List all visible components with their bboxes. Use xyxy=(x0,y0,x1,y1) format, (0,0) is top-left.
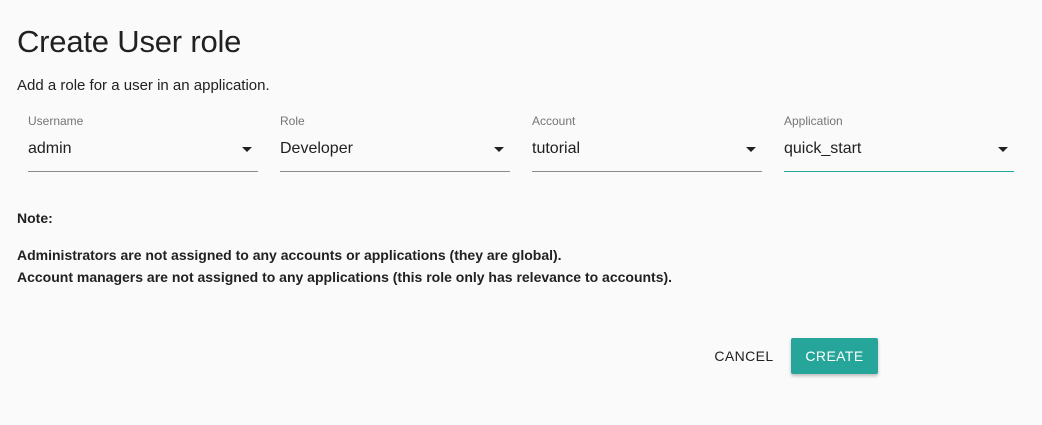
note-line-administrators: Administrators are not assigned to any a… xyxy=(17,247,562,263)
create-user-role-dialog: Create User role Add a role for a user i… xyxy=(0,0,1042,425)
dropdown-arrow-icon[interactable] xyxy=(998,147,1008,152)
role-label: Role xyxy=(280,114,305,128)
role-value: Developer xyxy=(280,140,353,157)
account-value: tutorial xyxy=(532,140,581,157)
cancel-button[interactable]: CANCEL xyxy=(703,338,785,374)
username-value: admin xyxy=(28,140,72,157)
note-heading: Note: xyxy=(17,210,53,226)
dialog-title: Create User role xyxy=(17,24,242,59)
dropdown-arrow-icon[interactable] xyxy=(494,147,504,152)
account-select[interactable]: Account tutorial xyxy=(532,112,762,172)
application-value: quick_start xyxy=(784,140,862,157)
create-button[interactable]: CREATE xyxy=(791,338,878,374)
application-label: Application xyxy=(784,114,843,128)
application-select[interactable]: Application quick_start xyxy=(784,112,1014,172)
username-select[interactable]: Username admin xyxy=(28,112,258,172)
note-line-account-managers: Account managers are not assigned to any… xyxy=(17,269,673,285)
username-label: Username xyxy=(28,114,84,128)
dropdown-arrow-icon[interactable] xyxy=(746,147,756,152)
dropdown-arrow-icon[interactable] xyxy=(242,147,252,152)
account-label: Account xyxy=(532,114,576,128)
role-select[interactable]: Role Developer xyxy=(280,112,510,172)
dialog-subtitle: Add a role for a user in an application. xyxy=(17,77,270,94)
